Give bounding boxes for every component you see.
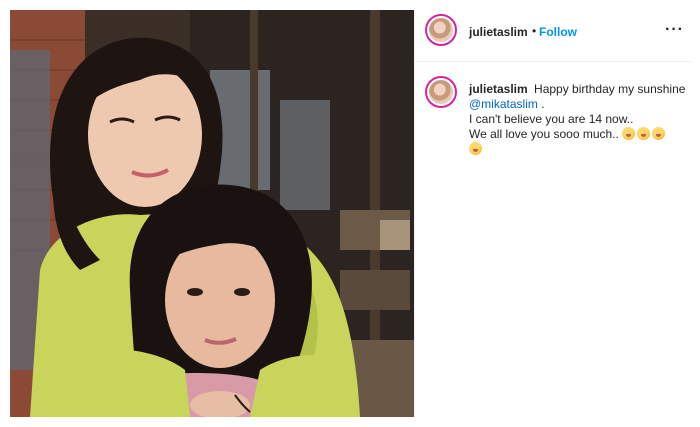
caption-text: julietaslim Happy birthday my sunshine @… <box>469 82 691 157</box>
instagram-post: julietaslim • Follow ··· julietaslim Hap… <box>10 10 692 417</box>
face-with-tongue-emoji <box>637 127 651 140</box>
caption-avatar[interactable] <box>425 76 457 108</box>
post-photo[interactable] <box>10 10 414 417</box>
follow-button[interactable]: Follow <box>539 25 577 39</box>
face-with-tongue-emoji <box>469 142 482 155</box>
author-avatar[interactable] <box>425 14 457 46</box>
avatar-image <box>429 18 453 42</box>
caption-username[interactable]: julietaslim <box>469 82 528 96</box>
caption-line-2: I can't believe you are 14 now.. <box>469 112 634 126</box>
post-header: julietaslim • Follow ··· <box>415 10 692 62</box>
caption-line-1: Happy birthday my sunshine <box>534 82 686 96</box>
face-with-tongue-emoji <box>652 127 666 140</box>
author-username[interactable]: julietaslim <box>469 25 528 39</box>
more-icon[interactable]: ··· <box>665 21 684 39</box>
post-side-panel: julietaslim • Follow ··· julietaslim Hap… <box>415 10 692 417</box>
avatar-image <box>429 80 453 104</box>
caption-line-1-end: . <box>537 97 545 111</box>
separator-dot: • <box>532 24 537 38</box>
face-with-tongue-emoji <box>622 127 636 140</box>
caption-mention-link[interactable]: @mikataslim <box>469 97 538 111</box>
photo-scene <box>10 10 414 417</box>
caption-line-3: We all love you sooo much.. <box>469 127 619 141</box>
